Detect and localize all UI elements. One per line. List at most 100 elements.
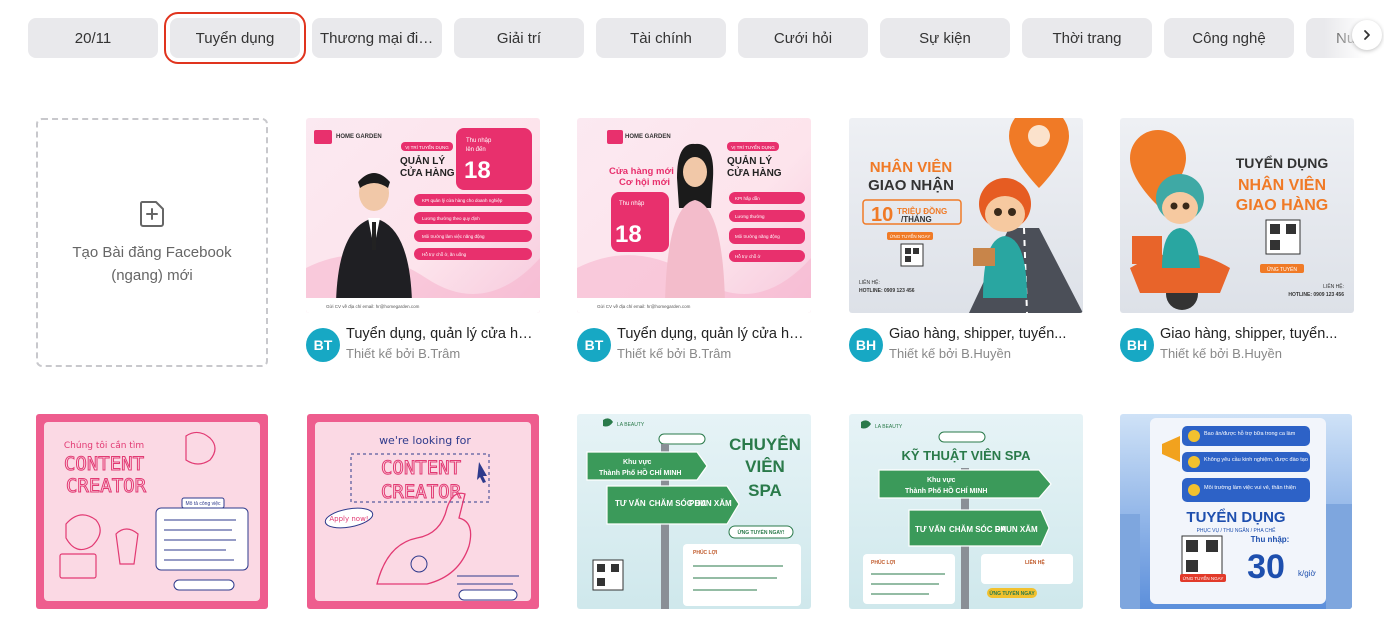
svg-text:CONTENT: CONTENT [64, 453, 144, 475]
svg-text:Không yêu cầu kinh nghiệm, đượ: Không yêu cầu kinh nghiệm, được đào tạo [1204, 457, 1308, 463]
svg-text:QUẢN LÝ: QUẢN LÝ [727, 154, 772, 167]
svg-text:Apply now!: Apply now! [329, 515, 368, 523]
category-chip[interactable]: Sự kiện [880, 18, 1010, 58]
svg-text:Thu nhập: Thu nhập [619, 201, 645, 207]
svg-text:LA BEAUTY: LA BEAUTY [617, 422, 645, 428]
category-chip[interactable]: Cưới hỏi [738, 18, 868, 58]
template-card[interactable]: HOME GARDEN Cửa hàng mới Cơ hội mới Thu … [577, 118, 811, 366]
svg-text:/THÁNG: /THÁNG [901, 215, 932, 224]
template-thumbnail[interactable]: Bao ăn/được hỗ trợ bữa trong ca làm Khôn… [1120, 414, 1352, 609]
template-meta: BH Giao hàng, shipper, tuyển... Thiết kế… [849, 326, 1083, 366]
svg-text:ỨNG TUYỂN NGAY: ỨNG TUYỂN NGAY [1183, 575, 1224, 581]
template-author: Thiết kế bởi B.Trâm [346, 346, 461, 361]
svg-text:PHỤC VỤ / THU NGÂN / PHA CHẾ: PHỤC VỤ / THU NGÂN / PHA CHẾ [1197, 527, 1276, 534]
svg-text:Khu vực: Khu vực [623, 459, 652, 466]
svg-text:Gửi CV về địa chỉ email: hr@ho: Gửi CV về địa chỉ email: hr@homegarden.c… [326, 303, 420, 309]
svg-text:HOME GARDEN: HOME GARDEN [625, 134, 671, 140]
svg-text:Cửa hàng mới: Cửa hàng mới [609, 166, 674, 177]
svg-text:QUẢN LÝ: QUẢN LÝ [400, 154, 445, 167]
svg-text:we're looking for: we're looking for [379, 434, 471, 447]
svg-text:CHUYÊN: CHUYÊN [729, 435, 801, 454]
author-avatar: BH [1120, 328, 1154, 362]
svg-text:PHÚC LỢI: PHÚC LỢI [871, 559, 896, 566]
template-artwork: LA BEAUTY KỸ THUẬT VIÊN SPA Khu vực Thàn… [861, 420, 1073, 609]
chevron-right-icon [1364, 30, 1370, 40]
svg-text:18: 18 [615, 221, 642, 248]
svg-text:PHUN XĂM: PHUN XĂM [995, 525, 1038, 534]
template-title[interactable]: Giao hàng, shipper, tuyển... [1160, 326, 1354, 342]
svg-text:HOTLINE: 0909 123 456: HOTLINE: 0909 123 456 [859, 288, 915, 294]
template-artwork: NHÂN VIÊN GIAO NHẬN 10 TRIỆU ĐỒNG /THÁNG… [859, 118, 1083, 313]
template-author: Thiết kế bởi B.Huyền [1160, 346, 1282, 361]
category-chip[interactable]: Công nghệ [1164, 18, 1294, 58]
add-page-icon [139, 200, 164, 227]
svg-text:Mô tả công việc: Mô tả công việc [185, 501, 221, 507]
svg-text:Bao ăn/được hỗ trợ bữa trong c: Bao ăn/được hỗ trợ bữa trong ca làm [1204, 430, 1296, 437]
template-artwork: Bao ăn/được hỗ trợ bữa trong ca làm Khôn… [1120, 418, 1352, 609]
brand-text: HOME GARDEN [336, 134, 382, 140]
svg-text:Gửi CV về địa chỉ email: hr@ho: Gửi CV về địa chỉ email: hr@homegarden.c… [597, 303, 691, 309]
template-thumbnail[interactable]: we're looking for CONTENT CREATOR Apply … [307, 414, 539, 609]
template-thumbnail[interactable]: NHÂN VIÊN GIAO NHẬN 10 TRIỆU ĐỒNG /THÁNG… [849, 118, 1083, 313]
template-meta: BT Tuyển dụng, quản lý cửa hàn... Thiết … [577, 326, 811, 366]
scroll-right-button[interactable] [1352, 20, 1382, 50]
category-chip[interactable]: Tài chính [596, 18, 726, 58]
category-chip[interactable]: Thương mại điệ... [312, 18, 442, 58]
svg-text:Cơ hội mới: Cơ hội mới [619, 177, 670, 188]
svg-text:NHÂN VIÊN: NHÂN VIÊN [1238, 175, 1326, 194]
template-thumbnail[interactable]: HOME GARDEN VỊ TRÍ TUYỂN DỤNG QUẢN LÝ CỬ… [306, 118, 540, 313]
template-meta: BT Tuyển dụng, quản lý cửa hàn... Thiết … [306, 326, 540, 366]
svg-text:LIÊN HỆ:: LIÊN HỆ: [859, 278, 880, 286]
category-chip[interactable]: Giải trí [454, 18, 584, 58]
template-artwork: HOME GARDEN VỊ TRÍ TUYỂN DỤNG QUẢN LÝ CỬ… [306, 128, 540, 313]
svg-text:Thu nhập:: Thu nhập: [1251, 535, 1290, 544]
svg-text:Thu nhập: Thu nhập [466, 138, 492, 144]
svg-text:PHÚC LỢI: PHÚC LỢI [693, 549, 718, 556]
template-card[interactable]: Bao ăn/được hỗ trợ bữa trong ca làm Khôn… [1120, 414, 1354, 609]
svg-text:PHUN XĂM: PHUN XĂM [689, 499, 732, 508]
svg-text:NHÂN VIÊN: NHÂN VIÊN [870, 158, 953, 176]
svg-text:Môi trường làm việc năng động: Môi trường làm việc năng động [422, 234, 485, 239]
svg-text:Lương thưởng theo quy định: Lương thưởng theo quy định [422, 215, 480, 221]
template-thumbnail[interactable]: TUYỂN DỤNG NHÂN VIÊN GIAO HÀNG ỨNG TUYỂN… [1120, 118, 1354, 313]
template-thumbnail[interactable]: HOME GARDEN Cửa hàng mới Cơ hội mới Thu … [577, 118, 811, 313]
template-thumbnail[interactable]: LA BEAUTY KỸ THUẬT VIÊN SPA Khu vực Thàn… [849, 414, 1083, 609]
template-title[interactable]: Tuyển dụng, quản lý cửa hàn... [617, 326, 811, 342]
create-new-design-card[interactable]: Tạo Bài đăng Facebook (ngang) mới [36, 118, 268, 367]
svg-text:Hỗ trợ chỗ ở, ăn uống: Hỗ trợ chỗ ở, ăn uống [422, 251, 467, 257]
author-avatar: BH [849, 328, 883, 362]
author-avatar: BT [577, 328, 611, 362]
template-title[interactable]: Tuyển dụng, quản lý cửa hàn... [346, 326, 540, 342]
category-chip[interactable]: Thời trang [1022, 18, 1152, 58]
template-thumbnail[interactable]: Chúng tôi cần tìm CONTENT CREATOR Mô tả … [36, 414, 268, 609]
template-author: Thiết kế bởi B.Trâm [617, 346, 732, 361]
template-card[interactable]: NHÂN VIÊN GIAO NHẬN 10 TRIỆU ĐỒNG /THÁNG… [849, 118, 1083, 366]
svg-text:KỸ THUẬT VIÊN SPA: KỸ THUẬT VIÊN SPA [901, 448, 1031, 463]
template-meta: BH Giao hàng, shipper, tuyển... Thiết kế… [1120, 326, 1354, 366]
template-card[interactable]: Chúng tôi cần tìm CONTENT CREATOR Mô tả … [36, 414, 270, 609]
svg-text:TƯ VẤN: TƯ VẤN [915, 524, 946, 534]
category-chip-active[interactable]: Tuyển dụng [164, 12, 306, 64]
template-card[interactable]: LA BEAUTY CHUYÊN VIÊN SPA Khu vực Thành … [577, 414, 811, 609]
svg-text:lên đến: lên đến [466, 147, 486, 153]
template-author: Thiết kế bởi B.Huyền [889, 346, 1011, 361]
svg-text:CỬA HÀNG: CỬA HÀNG [400, 166, 455, 179]
template-artwork: we're looking for CONTENT CREATOR Apply … [315, 422, 531, 601]
svg-text:HOTLINE: 0909 123 456: HOTLINE: 0909 123 456 [1288, 292, 1344, 298]
svg-text:Môi trường năng động: Môi trường năng động [735, 234, 780, 239]
template-title[interactable]: Giao hàng, shipper, tuyển... [889, 326, 1083, 342]
template-thumbnail[interactable]: LA BEAUTY CHUYÊN VIÊN SPA Khu vực Thành … [577, 414, 811, 609]
template-card[interactable]: we're looking for CONTENT CREATOR Apply … [307, 414, 541, 609]
svg-text:ỨNG TUYỂN NGAY: ỨNG TUYỂN NGAY [989, 590, 1035, 597]
category-chip[interactable]: 20/11 [28, 18, 158, 58]
salary-number: 18 [464, 157, 491, 184]
svg-text:TUYỂN DỤNG: TUYỂN DỤNG [1236, 154, 1329, 171]
template-artwork: LA BEAUTY CHUYÊN VIÊN SPA Khu vực Thành … [586, 418, 801, 609]
template-artwork: HOME GARDEN Cửa hàng mới Cơ hội mới Thu … [577, 130, 811, 313]
template-card[interactable]: HOME GARDEN VỊ TRÍ TUYỂN DỤNG QUẢN LÝ CỬ… [306, 118, 540, 366]
template-card[interactable]: LA BEAUTY KỸ THUẬT VIÊN SPA Khu vực Thàn… [849, 414, 1083, 609]
template-card[interactable]: TUYỂN DỤNG NHÂN VIÊN GIAO HÀNG ỨNG TUYỂN… [1120, 118, 1354, 366]
svg-text:SPA: SPA [748, 481, 782, 500]
svg-text:LIÊN HỆ: LIÊN HỆ [1025, 558, 1045, 566]
svg-text:ỨNG TUYỂN NGAY: ỨNG TUYỂN NGAY [890, 233, 931, 239]
